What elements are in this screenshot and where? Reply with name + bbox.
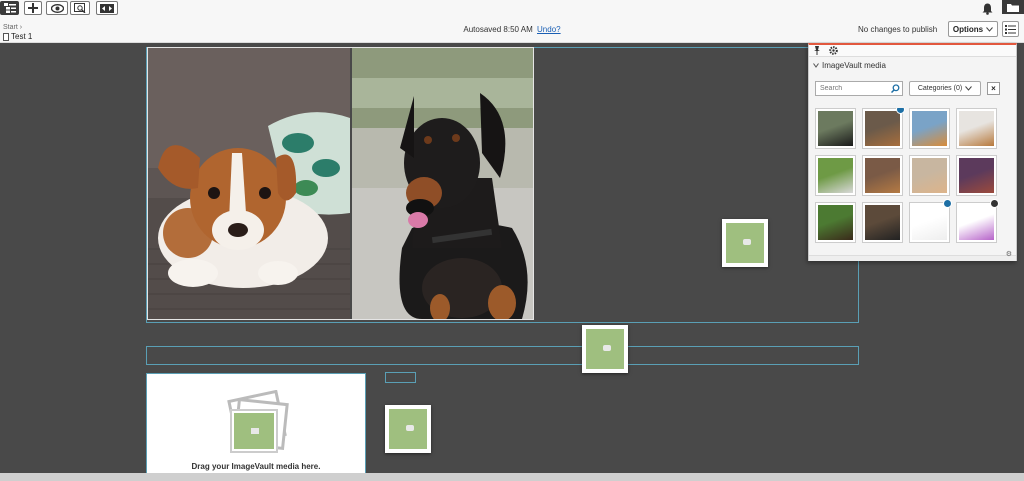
preview-button[interactable] bbox=[46, 1, 68, 15]
collapse-icon bbox=[813, 63, 819, 68]
dog-close-thumb[interactable] bbox=[862, 202, 903, 243]
dog-purple-thumb[interactable] bbox=[956, 155, 997, 196]
dog-lawn-thumb[interactable] bbox=[815, 202, 856, 243]
imagevault-panel: ImageVault media Categories (0) × ⚙ bbox=[808, 43, 1017, 261]
dropzone-label: Drag your ImageVault media here. bbox=[191, 462, 321, 471]
categories-dropdown[interactable]: Categories (0) bbox=[909, 81, 981, 96]
list-icon bbox=[1005, 24, 1016, 34]
view-compare-icon bbox=[74, 3, 86, 13]
thumbnail-image bbox=[865, 205, 900, 240]
pin-icon[interactable] bbox=[813, 46, 821, 55]
puppies-thumb[interactable] bbox=[862, 108, 905, 149]
imagevault-dropzone[interactable]: Drag your ImageVault media here. bbox=[146, 373, 366, 477]
gear-icon[interactable]: ⚙ bbox=[1006, 250, 1012, 258]
autosave-text: Autosaved 8:50 AM bbox=[463, 25, 533, 34]
info-icon[interactable] bbox=[943, 199, 952, 208]
chevron-down-icon bbox=[965, 86, 973, 91]
thumbnail-image bbox=[959, 158, 994, 193]
thumbnail-image bbox=[912, 158, 947, 193]
thumbnail-image bbox=[865, 158, 900, 193]
photo-frame bbox=[147, 47, 534, 320]
options-label: Options bbox=[952, 24, 984, 34]
sleeping-dog-thumb[interactable] bbox=[862, 155, 903, 196]
add-button[interactable] bbox=[24, 1, 42, 15]
stack-thumb[interactable] bbox=[956, 199, 999, 243]
thumbnail-image bbox=[912, 111, 947, 146]
panel-footer bbox=[809, 255, 1016, 261]
thumbnail-image bbox=[818, 111, 853, 146]
gear-icon[interactable] bbox=[829, 46, 838, 55]
eye-icon bbox=[50, 3, 64, 13]
doberman-thumb[interactable] bbox=[815, 108, 856, 149]
blank-thumb[interactable] bbox=[909, 199, 952, 243]
image-stack-icon bbox=[227, 390, 289, 453]
navigation-pane-button[interactable] bbox=[0, 1, 19, 15]
undo-link[interactable]: Undo? bbox=[537, 25, 561, 34]
bottom-bar bbox=[0, 473, 1024, 481]
top-toolbar: Start › Test 1 Autosaved 8:50 AM Undo? N… bbox=[0, 0, 1024, 43]
compare-button[interactable] bbox=[70, 1, 90, 15]
thumbnail-image bbox=[912, 205, 947, 240]
panel-title[interactable]: ImageVault media bbox=[813, 61, 886, 70]
content-area-small[interactable] bbox=[385, 372, 416, 383]
chevron-down-icon bbox=[986, 26, 993, 32]
content-list-button[interactable] bbox=[1002, 21, 1019, 37]
search-input[interactable] bbox=[815, 81, 903, 96]
arrows-icon bbox=[100, 3, 114, 13]
tree-icon bbox=[3, 3, 16, 13]
plus-icon bbox=[28, 3, 38, 13]
info-icon[interactable] bbox=[896, 108, 905, 114]
media-grid bbox=[815, 108, 1005, 244]
puppy-jump-thumb[interactable] bbox=[956, 108, 997, 149]
thumbnail-image bbox=[818, 158, 853, 193]
projects-button[interactable] bbox=[96, 1, 118, 15]
share-icon[interactable] bbox=[990, 199, 999, 208]
dragged-thumbnail[interactable] bbox=[582, 325, 628, 373]
assets-pane-button[interactable] bbox=[1002, 0, 1024, 14]
dog-sand-thumb[interactable] bbox=[909, 155, 950, 196]
thumbnail-image bbox=[959, 111, 994, 146]
thumbnail-image bbox=[959, 205, 994, 240]
content-area-secondary[interactable] bbox=[146, 346, 859, 365]
clear-filter-button[interactable]: × bbox=[987, 82, 1000, 95]
bell-icon[interactable] bbox=[982, 2, 993, 20]
search-icon[interactable] bbox=[891, 84, 900, 93]
dragged-thumbnail[interactable] bbox=[385, 405, 431, 453]
panel-header bbox=[809, 45, 1016, 57]
thumbnail-image bbox=[818, 205, 853, 240]
dragged-thumbnail[interactable] bbox=[722, 219, 768, 267]
publish-status: No changes to publish bbox=[858, 25, 938, 34]
flowers-thumb[interactable] bbox=[909, 108, 950, 149]
options-button[interactable]: Options bbox=[948, 21, 998, 37]
folder-icon bbox=[1007, 3, 1019, 12]
panel-title-text: ImageVault media bbox=[822, 61, 886, 70]
dog-grass-thumb[interactable] bbox=[815, 155, 856, 196]
categories-label: Categories (0) bbox=[917, 85, 963, 92]
thumbnail-image bbox=[865, 111, 900, 146]
